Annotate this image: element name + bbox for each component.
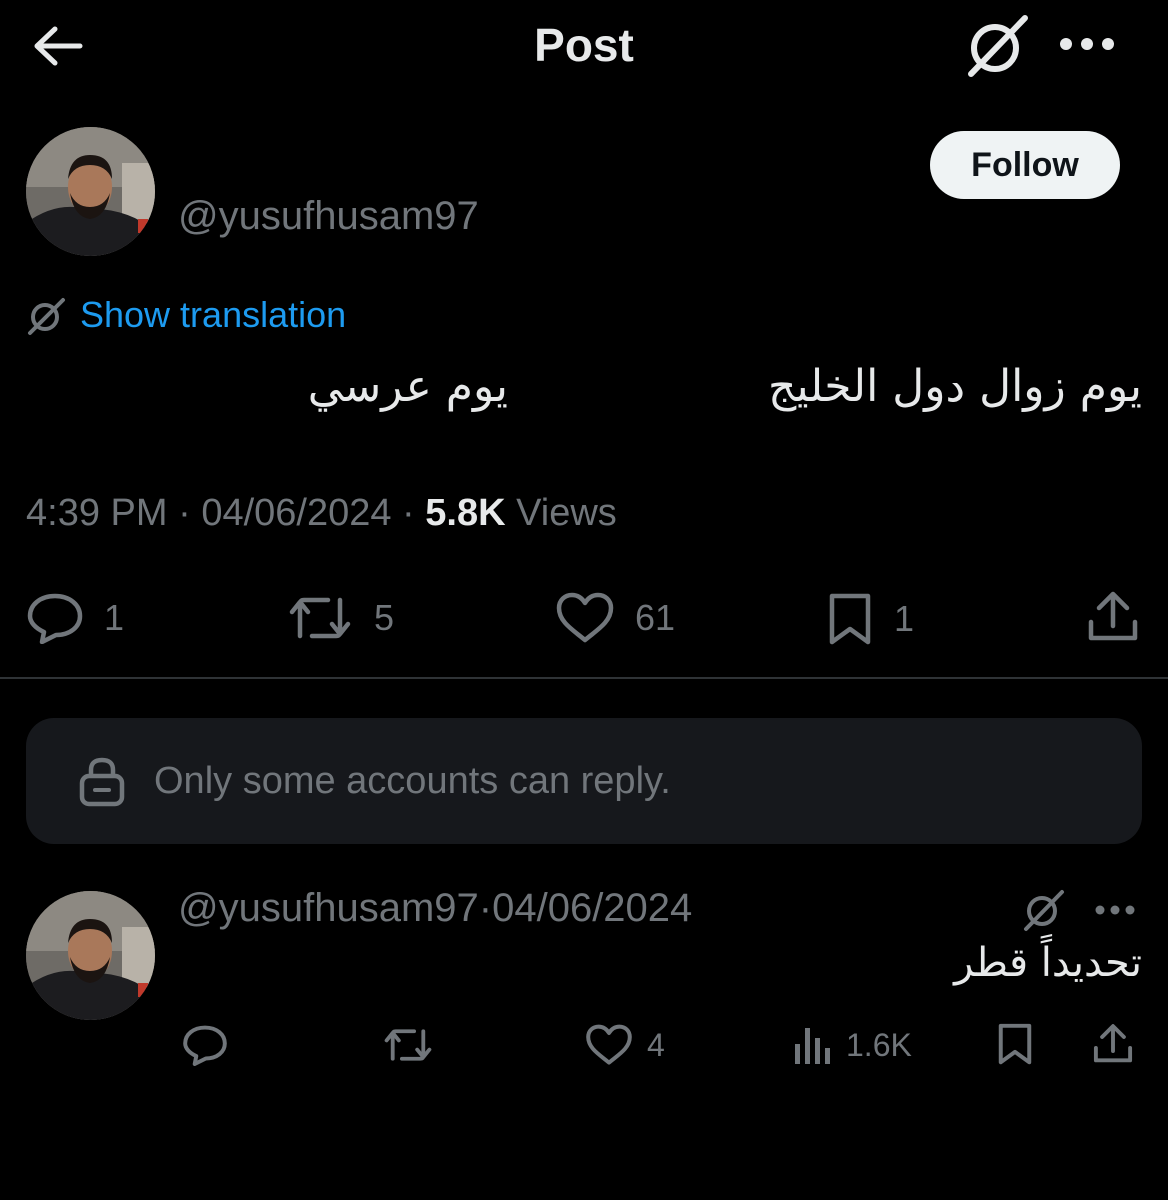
lock-icon [78, 756, 126, 808]
tweet-text-line-1: يوم زوال دول الخليج [768, 361, 1142, 412]
repost-button[interactable]: 5 [286, 592, 394, 644]
like-button[interactable]: 61 [555, 592, 675, 644]
divider [0, 677, 1168, 679]
heart-icon [556, 592, 614, 643]
views-bar-icon [795, 1028, 830, 1064]
grok-icon [1024, 890, 1064, 931]
reply-handle[interactable]: @yusufhusam97 [178, 886, 479, 930]
repost-icon [384, 1029, 432, 1061]
share-button[interactable] [1086, 590, 1140, 644]
avatar[interactable] [26, 127, 155, 256]
reply-bubble-icon [27, 593, 83, 644]
reply-avatar[interactable] [26, 891, 155, 1020]
reply-grok-button[interactable] [1014, 884, 1072, 936]
more-horizontal-icon [1060, 38, 1114, 50]
reply-header: @yusufhusam97·04/06/2024 [178, 886, 693, 930]
repost-icon [289, 597, 351, 639]
follow-button[interactable]: Follow [930, 131, 1120, 199]
back-button[interactable] [30, 20, 86, 72]
reply-share-button[interactable] [1092, 1022, 1134, 1066]
heart-icon [586, 1024, 632, 1065]
bookmark-icon [829, 593, 871, 645]
reply-reply-button[interactable] [182, 1024, 228, 1066]
reply-button[interactable]: 1 [26, 592, 124, 644]
arrow-left-icon [34, 26, 83, 66]
like-count: 61 [635, 597, 676, 638]
reply-bubble-icon [183, 1025, 227, 1066]
reply-like-count: 4 [647, 1026, 665, 1063]
tweet-text: يوم زوال دول الخليج يوم عرسي [26, 355, 1142, 419]
reply-restriction-text: Only some accounts can reply. [154, 760, 671, 802]
reply-like-button[interactable]: 4 [585, 1024, 665, 1066]
reply-repost-button[interactable] [382, 1024, 434, 1066]
repost-count: 5 [374, 597, 395, 638]
show-translation-link[interactable]: Show translation [80, 294, 346, 336]
reply-text: تحديداً قطر [954, 940, 1142, 986]
post-metadata: 4:39 PM · 04/06/2024 · 5.8K Views [26, 492, 617, 534]
author-handle[interactable]: @yusufhusam97 [178, 194, 479, 239]
share-icon [1093, 1024, 1133, 1063]
grok-button[interactable] [960, 12, 1034, 80]
reply-more-button[interactable] [1090, 890, 1140, 930]
avatar-image [26, 891, 155, 1020]
tweet-text-line-2: يوم عرسي [307, 361, 509, 412]
reply-bookmark-button[interactable] [996, 1022, 1034, 1066]
bookmark-icon [998, 1023, 1032, 1065]
avatar-image [26, 127, 155, 256]
post-time: 4:39 PM [26, 492, 168, 534]
more-options-button[interactable] [1052, 18, 1122, 70]
bookmark-count: 1 [894, 598, 915, 639]
reply-date: 04/06/2024 [492, 886, 693, 930]
reply-count: 1 [104, 597, 125, 638]
reply-views-count: 1.6K [846, 1026, 912, 1063]
share-icon [1088, 591, 1138, 641]
bookmark-button[interactable]: 1 [826, 592, 914, 646]
more-horizontal-icon [1095, 905, 1135, 915]
reply-views-button[interactable]: 1.6K [792, 1024, 912, 1066]
post-date: 04/06/2024 [201, 492, 392, 534]
grok-icon [26, 296, 66, 336]
views-label: Views [516, 492, 617, 534]
views-count: 5.8K [425, 492, 506, 534]
grok-icon [968, 15, 1028, 77]
